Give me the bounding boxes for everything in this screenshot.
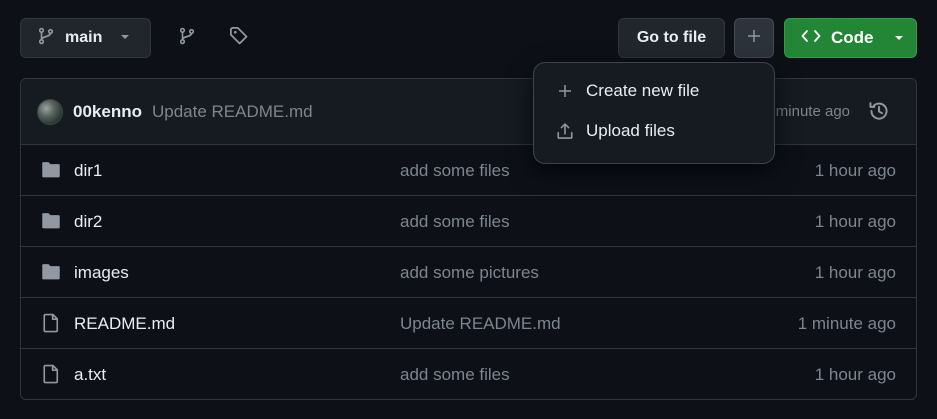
tag-icon bbox=[229, 26, 249, 51]
file-time: 1 hour ago bbox=[814, 212, 896, 231]
file-time: 1 hour ago bbox=[814, 365, 896, 384]
folder-icon bbox=[41, 262, 61, 282]
file-time: 1 hour ago bbox=[814, 161, 896, 180]
folder-icon bbox=[41, 211, 61, 231]
caret-down-icon bbox=[894, 28, 904, 48]
history-icon[interactable] bbox=[868, 100, 890, 122]
commit-time: minute ago bbox=[775, 103, 850, 120]
code-icon bbox=[801, 28, 821, 49]
file-row[interactable]: images add some pictures 1 hour ago bbox=[21, 247, 916, 298]
go-to-file-button[interactable]: Go to file bbox=[618, 18, 725, 58]
file-commit-message[interactable]: add some files bbox=[400, 365, 510, 385]
plus-icon bbox=[746, 28, 762, 49]
branch-selector-button[interactable]: main bbox=[20, 18, 151, 58]
tags-link[interactable] bbox=[227, 26, 251, 50]
git-branch-icon bbox=[178, 27, 196, 50]
file-row[interactable]: dir1 add some files 1 hour ago bbox=[21, 145, 916, 196]
file-commit-message[interactable]: add some files bbox=[400, 161, 510, 181]
file-time: 1 minute ago bbox=[797, 314, 896, 333]
file-commit-message[interactable]: add some files bbox=[400, 212, 510, 232]
file-row[interactable]: README.md Update README.md 1 minute ago bbox=[21, 298, 916, 349]
avatar[interactable] bbox=[37, 98, 63, 125]
file-name[interactable]: dir2 bbox=[74, 212, 102, 232]
file-name[interactable]: README.md bbox=[74, 314, 175, 334]
file-list: 00kenno Update README.md minute ago dir1… bbox=[20, 78, 917, 400]
branches-link[interactable] bbox=[175, 26, 199, 50]
file-commit-message[interactable]: add some pictures bbox=[400, 263, 539, 283]
file-name[interactable]: images bbox=[74, 263, 129, 283]
add-file-dropdown-menu: Create new file Upload files bbox=[533, 62, 775, 164]
menu-item-label: Create new file bbox=[586, 81, 700, 100]
folder-icon bbox=[41, 160, 61, 180]
code-button-label: Code bbox=[831, 28, 874, 47]
file-commit-message[interactable]: Update README.md bbox=[400, 314, 561, 334]
file-name[interactable]: dir1 bbox=[74, 161, 102, 181]
file-time: 1 hour ago bbox=[814, 263, 896, 282]
latest-commit-bar: 00kenno Update README.md minute ago bbox=[21, 79, 916, 145]
commit-author[interactable]: 00kenno bbox=[73, 102, 142, 122]
caret-down-icon bbox=[120, 29, 130, 47]
git-branch-icon bbox=[37, 27, 55, 50]
plus-icon bbox=[556, 82, 574, 100]
file-row[interactable]: a.txt add some files 1 hour ago bbox=[21, 349, 916, 399]
menu-item-label: Upload files bbox=[586, 121, 675, 140]
add-file-button[interactable] bbox=[734, 18, 774, 58]
branch-name: main bbox=[65, 29, 103, 46]
upload-files-menu-item[interactable]: Upload files bbox=[534, 111, 774, 151]
repo-toolbar: main Go to file Code bbox=[20, 18, 917, 58]
file-icon bbox=[41, 313, 61, 333]
create-new-file-menu-item[interactable]: Create new file bbox=[534, 71, 774, 111]
commit-message[interactable]: Update README.md bbox=[152, 102, 313, 122]
file-icon bbox=[41, 364, 61, 384]
code-button[interactable]: Code bbox=[784, 18, 917, 58]
file-row[interactable]: dir2 add some files 1 hour ago bbox=[21, 196, 916, 247]
upload-icon bbox=[556, 122, 574, 140]
file-name[interactable]: a.txt bbox=[74, 365, 106, 385]
